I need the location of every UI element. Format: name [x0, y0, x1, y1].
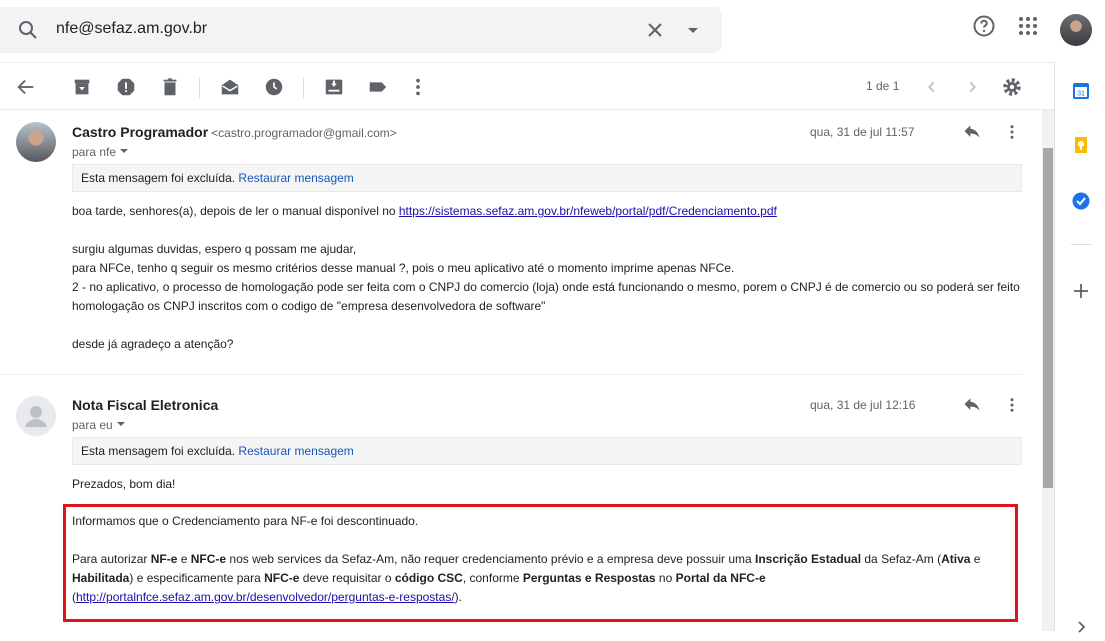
move-to-icon[interactable] — [323, 76, 345, 98]
top-bar: nfe@sefaz.am.gov.br — [0, 0, 1105, 62]
recipient-line[interactable]: para nfe — [72, 145, 129, 159]
back-icon[interactable] — [15, 76, 37, 98]
calendar-icon[interactable]: 31 — [1072, 82, 1090, 100]
settings-icon[interactable] — [1001, 76, 1023, 98]
reply-icon[interactable] — [962, 395, 982, 420]
toolbar-divider — [303, 77, 304, 99]
message-divider — [0, 374, 1022, 375]
snooze-icon[interactable] — [263, 76, 285, 98]
faq-link[interactable]: http://portalnfce.sefaz.am.gov.br/desenv… — [76, 590, 455, 604]
chevron-down-icon — [120, 149, 129, 153]
avatar — [16, 122, 56, 162]
pagination-label: 1 de 1 — [866, 79, 900, 93]
deleted-notice: Esta mensagem foi excluída. Restaurar me… — [72, 437, 1022, 465]
restore-message-link[interactable]: Restaurar mensagem — [238, 171, 353, 185]
deleted-notice: Esta mensagem foi excluída. Restaurar me… — [72, 164, 1022, 192]
side-panel: 31 — [1054, 62, 1105, 633]
dropdown-icon[interactable] — [683, 20, 703, 45]
restore-message-link[interactable]: Restaurar mensagem — [238, 444, 353, 458]
sender-email: <castro.programador@gmail.com> — [211, 126, 397, 140]
delete-icon[interactable] — [159, 76, 181, 98]
message-toolbar: 1 de 1 — [0, 62, 1054, 110]
chevron-right-icon[interactable] — [961, 76, 983, 98]
more-icon[interactable] — [1003, 395, 1021, 420]
search-input[interactable]: nfe@sefaz.am.gov.br — [56, 20, 207, 38]
toolbar-divider — [199, 77, 200, 99]
reply-icon[interactable] — [962, 122, 982, 147]
avatar — [16, 396, 56, 436]
message-date: qua, 31 de jul 11:57 — [810, 125, 915, 139]
scrollbar-thumb[interactable] — [1043, 148, 1053, 488]
conversation-view: Castro Programador <castro.programador@gm… — [0, 110, 1040, 631]
search-bar[interactable]: nfe@sefaz.am.gov.br — [0, 7, 722, 53]
svg-text:31: 31 — [1077, 90, 1085, 97]
apps-icon[interactable] — [1016, 14, 1040, 43]
search-icon[interactable] — [16, 18, 40, 47]
chevron-down-icon — [117, 422, 126, 426]
tasks-icon[interactable] — [1072, 192, 1090, 210]
greeting-text: Prezados, bom dia! — [72, 477, 176, 491]
rail-divider — [1071, 244, 1091, 245]
label-icon[interactable] — [367, 76, 389, 98]
sender-name: Castro Programador <castro.programador@gm… — [72, 124, 397, 140]
mark-unread-icon[interactable] — [219, 76, 241, 98]
message-body: boa tarde, senhores(a), depois de ler o … — [72, 204, 1020, 351]
message-date: qua, 31 de jul 12:16 — [810, 398, 916, 412]
sender-name: Nota Fiscal Eletronica — [72, 397, 219, 413]
archive-icon[interactable] — [71, 76, 93, 98]
expand-panel-icon[interactable] — [1072, 618, 1090, 636]
report-spam-icon[interactable] — [115, 76, 137, 98]
quoted-notice: Informamos que o Credenciamento para NF-… — [72, 514, 981, 604]
recipient-line[interactable]: para eu — [72, 418, 126, 432]
help-icon[interactable] — [972, 14, 996, 43]
more-icon[interactable] — [1003, 122, 1021, 147]
add-icon[interactable] — [1072, 282, 1090, 300]
manual-link[interactable]: https://sistemas.sefaz.am.gov.br/nfeweb/… — [399, 204, 777, 218]
keep-icon[interactable] — [1072, 136, 1090, 154]
scrollbar[interactable] — [1042, 110, 1054, 631]
more-icon[interactable] — [407, 76, 429, 98]
chevron-left-icon[interactable] — [921, 76, 943, 98]
account-avatar[interactable] — [1060, 14, 1092, 46]
clear-icon[interactable] — [643, 18, 667, 47]
